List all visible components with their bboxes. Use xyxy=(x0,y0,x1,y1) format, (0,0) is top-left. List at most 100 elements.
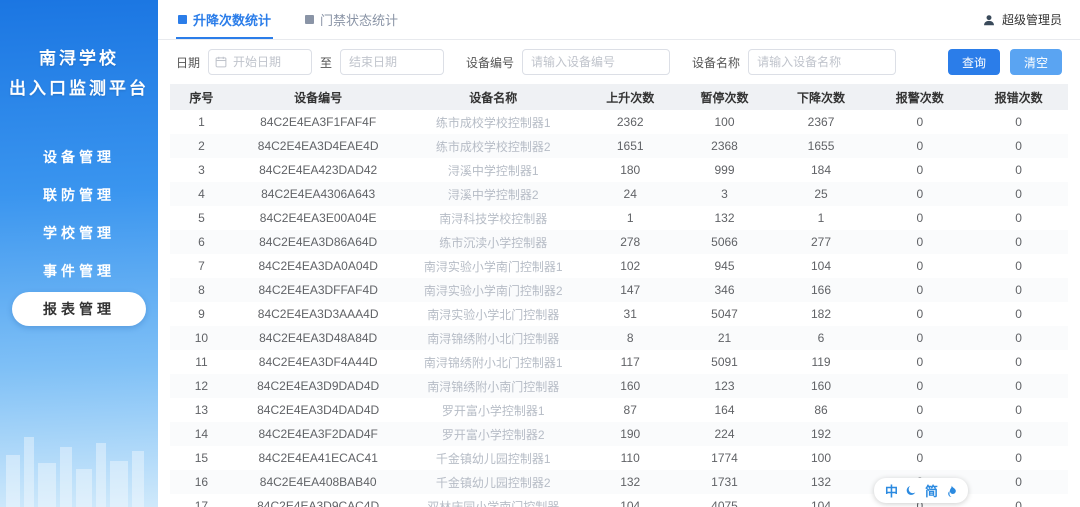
sidebar-item-joint-defense-management[interactable]: 联防管理 xyxy=(12,178,146,212)
cell-error-count: 0 xyxy=(1015,451,1022,465)
cell-pause-count: 3 xyxy=(721,187,728,201)
cell-alarm-count: 0 xyxy=(916,163,924,177)
user-icon xyxy=(984,14,994,25)
cell-rise-count: 1 xyxy=(626,211,634,225)
cell-device-code: 84C2E4EA3DF4A44D xyxy=(258,355,378,369)
sidebar-item-device-management[interactable]: 设备管理 xyxy=(12,140,146,174)
cell-fall-count: 100 xyxy=(811,451,832,465)
cell-device-code: 84C2E4EA3D9DAD4D xyxy=(257,379,380,393)
cell-error-count: 0 xyxy=(1015,283,1022,297)
device-name-input[interactable] xyxy=(748,49,897,75)
cell-rise-count: 102 xyxy=(620,259,641,273)
cell-device-name: 南浔锦绣附小北门控制器 xyxy=(427,331,560,346)
cell-rise-count: 1651 xyxy=(616,139,644,153)
table-row: 2 84C2E4EA3D4EAE4D 练市成校学校控制器2 1651 2368 … xyxy=(170,134,1068,158)
cell-error-count: 0 xyxy=(1015,235,1022,249)
ime-toolbar[interactable]: 中 简 xyxy=(873,478,968,503)
cell-rise-count: 24 xyxy=(623,187,637,201)
user-menu[interactable]: 超级管理员 xyxy=(982,0,1062,39)
sidebar-item-event-management[interactable]: 事件管理 xyxy=(12,254,146,288)
column-header: 序号 xyxy=(170,84,233,110)
sidebar-item-report-management[interactable]: 报表管理 xyxy=(12,291,146,326)
cell-fall-count: 166 xyxy=(811,283,832,297)
cell-pause-count: 999 xyxy=(714,163,735,177)
search-button[interactable]: 查询 xyxy=(947,49,1000,75)
cell-device-code: 84C2E4EA423DAD42 xyxy=(259,163,378,177)
cell-device-code: 84C2E4EA3D4EAE4D xyxy=(257,139,379,153)
cell-fall-count: 6 xyxy=(817,331,825,345)
table-row: 10 84C2E4EA3D48A84D 南浔锦绣附小北门控制器 8 21 6 0… xyxy=(170,326,1068,350)
cell-alarm-count: 0 xyxy=(916,259,924,273)
cell-index: 9 xyxy=(198,307,205,321)
cell-rise-count: 132 xyxy=(620,475,641,489)
cell-alarm-count: 0 xyxy=(916,139,924,153)
sidebar-menu: 设备管理联防管理学校管理事件管理 报表管理 xyxy=(0,140,158,326)
column-header: 上升次数 xyxy=(583,84,678,110)
main-content: 升降次数统计 门禁状态统计 超级管理员 日期 至 设备编号 xyxy=(158,0,1080,507)
cell-index: 6 xyxy=(198,235,205,249)
end-date-wrap xyxy=(340,49,445,75)
table-row: 7 84C2E4EA3DA0A04D 南浔实验小学南门控制器1 102 945 … xyxy=(170,254,1068,278)
app-title-line2: 出入口监测平台 xyxy=(9,78,149,98)
cell-device-name: 练市成校学校控制器1 xyxy=(435,115,551,130)
column-header: 报错次数 xyxy=(969,84,1068,110)
moon-icon[interactable] xyxy=(906,485,917,496)
table-header: 序号 设备编号 设备名称 上升次数 暂停次数 下降次数 报警次数 报错次数 xyxy=(170,84,1068,110)
device-code-input[interactable] xyxy=(522,49,671,75)
cell-device-name: 南浔实验小学南门控制器1 xyxy=(423,259,563,274)
ime-language-indicator[interactable]: 中 xyxy=(885,481,898,500)
column-header: 暂停次数 xyxy=(677,84,772,110)
cell-alarm-count: 0 xyxy=(916,427,924,441)
tab-label: 门禁状态统计 xyxy=(320,13,399,28)
table-row: 3 84C2E4EA423DAD42 浔溪中学控制器1 180 999 184 … xyxy=(170,158,1068,182)
top-tab-bar: 升降次数统计 门禁状态统计 超级管理员 xyxy=(158,0,1080,40)
cell-alarm-count: 0 xyxy=(916,355,924,369)
cell-device-name: 南浔实验小学南门控制器2 xyxy=(423,283,563,298)
table-row: 9 84C2E4EA3D3AAA4D 南浔实验小学北门控制器 31 5047 1… xyxy=(170,302,1068,326)
cell-index: 1 xyxy=(198,115,205,129)
calendar-icon xyxy=(215,56,227,68)
cell-pause-count: 123 xyxy=(714,379,735,393)
ime-mode-indicator[interactable]: 简 xyxy=(925,481,938,500)
table-row: 14 84C2E4EA3F2DAD4F 罗开富小学控制器2 190 224 19… xyxy=(170,422,1068,446)
cell-fall-count: 192 xyxy=(811,427,832,441)
cell-device-code: 84C2E4EA3DA0A04D xyxy=(258,259,378,273)
cell-fall-count: 2367 xyxy=(807,115,835,129)
sidebar-item-school-management[interactable]: 学校管理 xyxy=(12,216,146,250)
cell-error-count: 0 xyxy=(1015,379,1022,393)
cell-device-code: 84C2E4EA3D3AAA4D xyxy=(257,307,379,321)
cell-device-code: 84C2E4EA3F1FAF4F xyxy=(260,115,377,129)
flame-icon[interactable] xyxy=(946,485,957,497)
column-header: 下降次数 xyxy=(771,84,871,110)
filter-bar: 日期 至 设备编号 设备名称 查询 清空 xyxy=(158,40,1080,84)
cell-fall-count: 1655 xyxy=(807,139,835,153)
cell-pause-count: 4075 xyxy=(711,499,738,507)
cell-fall-count: 25 xyxy=(814,187,828,201)
cell-fall-count: 104 xyxy=(811,499,832,507)
cell-device-name: 罗开富小学控制器1 xyxy=(441,403,545,418)
cell-device-name: 练市沉渎小学控制器 xyxy=(439,235,548,250)
tab-lift-count-stats[interactable]: 升降次数统计 xyxy=(176,0,274,39)
cell-device-name: 浔溪中学控制器1 xyxy=(447,163,539,178)
cell-alarm-count: 0 xyxy=(916,403,924,417)
tab-access-status-stats[interactable]: 门禁状态统计 xyxy=(303,0,400,39)
cell-pause-count: 1774 xyxy=(711,451,738,465)
cell-fall-count: 277 xyxy=(811,235,832,249)
end-date-input[interactable] xyxy=(340,49,445,75)
cell-fall-count: 182 xyxy=(811,307,832,321)
city-skyline-decoration xyxy=(6,437,144,507)
clear-button[interactable]: 清空 xyxy=(1009,49,1062,75)
cell-device-code: 84C2E4EA3D4DAD4D xyxy=(257,403,380,417)
cell-index: 17 xyxy=(194,499,209,507)
cell-index: 16 xyxy=(194,475,209,489)
tab-label: 升降次数统计 xyxy=(193,13,272,28)
cell-device-code: 84C2E4EA3F2DAD4F xyxy=(258,427,378,441)
cell-fall-count: 1 xyxy=(817,211,825,225)
device-name-label: 设备名称 xyxy=(692,55,741,70)
cell-pause-count: 100 xyxy=(714,115,735,129)
cell-rise-count: 31 xyxy=(623,307,637,321)
cell-rise-count: 147 xyxy=(620,283,641,297)
table-row: 8 84C2E4EA3DFFAF4D 南浔实验小学南门控制器2 147 346 … xyxy=(170,278,1068,302)
cell-fall-count: 86 xyxy=(814,403,828,417)
column-header: 设备编号 xyxy=(232,84,404,110)
